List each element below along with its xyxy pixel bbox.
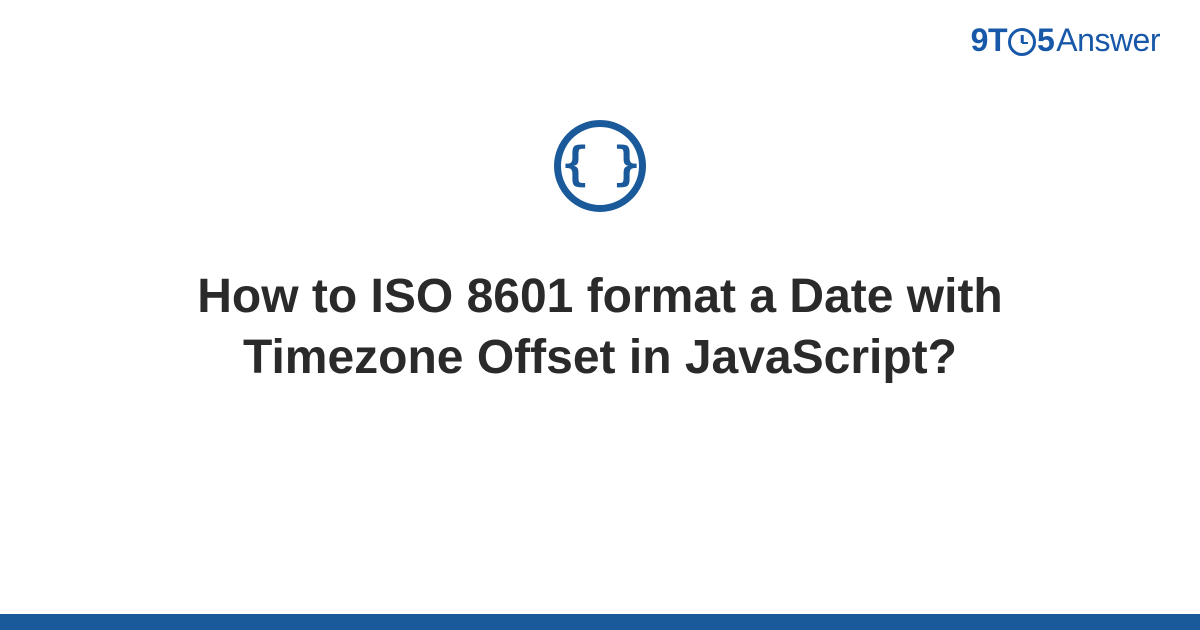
- bottom-accent-bar: [0, 614, 1200, 630]
- question-title: How to ISO 8601 format a Date with Timez…: [150, 266, 1050, 389]
- logo-nine: 9: [971, 22, 988, 59]
- logo-answer: Answer: [1056, 22, 1160, 59]
- category-icon-circle: { }: [554, 120, 646, 212]
- logo-five: 5: [1037, 22, 1054, 59]
- logo-t: T: [988, 22, 1007, 59]
- main-content: { } How to ISO 8601 format a Date with T…: [0, 120, 1200, 389]
- code-braces-icon: { }: [561, 141, 638, 187]
- site-logo: 9 T 5 Answer: [971, 22, 1160, 59]
- clock-icon: [1008, 28, 1036, 56]
